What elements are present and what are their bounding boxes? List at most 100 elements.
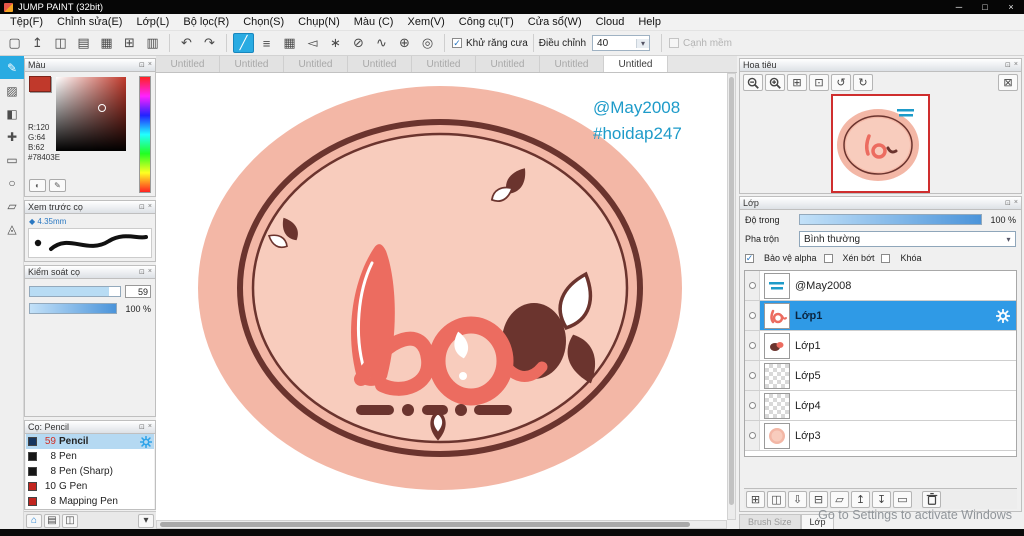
flatten-layer-icon[interactable]: ▭ [893,490,912,508]
close-icon[interactable]: × [998,2,1024,12]
brush-item-pencil[interactable]: 59 Pencil [26,434,154,449]
canvas[interactable]: @May2008 #hoidap247 [156,73,727,520]
reset-view-icon[interactable]: ⊠ [998,74,1018,91]
snap-circle-icon[interactable]: ◎ [417,33,438,53]
menu-help[interactable]: Help [631,16,668,28]
layer-row-lop1-selected[interactable]: Lớp1 [745,301,1016,331]
clipping-checkbox[interactable] [823,253,833,263]
undo-icon[interactable]: ↶ [176,33,197,53]
menu-lop[interactable]: Lớp(L) [129,16,176,28]
merge-layer-icon[interactable]: ⊟ [809,490,828,508]
document-tab-5[interactable]: Untitled [412,56,476,72]
gear-icon[interactable] [140,435,152,448]
snap-curve-icon[interactable]: ∿ [371,33,392,53]
more-dropdown-icon[interactable]: ▾ [138,513,154,528]
brush-control-header[interactable]: Kiểm soát cọ ⊡ × [25,266,155,279]
panel-float-icon[interactable]: ⊡ [1005,61,1011,69]
panel-float-icon[interactable]: ⊡ [1005,199,1011,207]
menu-cong-cu[interactable]: Công cụ(T) [452,16,521,28]
layer-visibility-toggle[interactable] [745,361,760,390]
panel-float-icon[interactable]: ⊡ [139,423,145,431]
brush-size-slider[interactable] [29,286,121,297]
saturation-value-picker[interactable] [56,77,126,151]
swap-colors-icon[interactable]: ◐ [29,179,46,192]
menu-cua-so[interactable]: Cửa sổ(W) [521,16,589,28]
menu-xem[interactable]: Xem(V) [400,16,451,28]
comment-icon[interactable]: ◫ [50,33,71,53]
fill-tool-icon[interactable]: ◧ [0,102,24,125]
soft-edge-checkbox[interactable] [669,38,680,48]
panel-float-icon[interactable]: ⊡ [139,203,145,211]
menu-chinh-sua[interactable]: Chỉnh sửa(E) [50,16,129,28]
lock-checkbox[interactable] [881,253,891,263]
actual-size-icon[interactable]: ⊡ [809,74,829,91]
layer-settings-gear-icon[interactable] [996,308,1010,323]
minimize-icon[interactable]: ─ [946,2,972,12]
new-file-icon[interactable]: ▢ [4,33,25,53]
redo-icon[interactable]: ↷ [199,33,220,53]
transfer-layer-icon[interactable]: ⇩ [788,490,807,508]
brush-item-pen[interactable]: 8 Pen [26,449,154,464]
navigator-header[interactable]: Hoa tiêu ⊡ × [740,59,1021,72]
menu-chup[interactable]: Chụp(N) [291,16,347,28]
protect-alpha-checkbox[interactable]: ✓ [745,253,754,263]
navigator-thumbnail[interactable] [831,93,930,193]
eraser-tool-icon[interactable]: ▨ [0,79,24,102]
brush-preview-header[interactable]: Xem trước cọ ⊡ × [25,201,155,214]
color-picker-cursor[interactable] [98,103,106,112]
page-icon[interactable]: ▤ [44,513,60,528]
zoom-out-icon[interactable] [743,74,763,91]
document-tab-1[interactable]: Untitled [156,56,220,72]
move-tool-icon[interactable]: ✚ [0,125,24,148]
document-tab-6[interactable]: Untitled [476,56,540,72]
panel-close-icon[interactable]: × [148,203,152,211]
document-tab-7[interactable]: Untitled [540,56,604,72]
grid-view-icon[interactable]: ▦ [96,33,117,53]
rotate-ccw-icon[interactable]: ↺ [831,74,851,91]
document-tab-3[interactable]: Untitled [284,56,348,72]
layer-visibility-toggle[interactable] [745,331,760,360]
brush-item-g-pen[interactable]: 10 G Pen [26,479,154,494]
delete-layer-icon[interactable] [922,490,941,508]
blend-mode-select[interactable]: Bình thường ▾ [799,231,1016,247]
snap-off-icon[interactable]: ⊘ [348,33,369,53]
vertical-scrollbar[interactable] [727,73,736,520]
panel-close-icon[interactable]: × [1014,61,1018,69]
gradient-tool-icon[interactable]: ▱ [0,194,24,217]
move-layer-down-icon[interactable]: ↧ [872,490,891,508]
panel-close-icon[interactable]: × [1014,199,1018,207]
menu-tep[interactable]: Tệp(F) [3,16,50,28]
layer-row-lop1[interactable]: Lớp1 [745,331,1016,361]
layer-row-lop4[interactable]: Lớp4 [745,391,1016,421]
hue-slider[interactable] [139,76,151,193]
adjust-combo[interactable]: 40 ▾ [592,35,651,51]
layer-panel-header[interactable]: Lớp ⊡ × [740,197,1021,210]
layer-visibility-toggle[interactable] [745,271,760,300]
export-icon[interactable]: ↥ [27,33,48,53]
panel-close-icon[interactable]: × [148,61,152,69]
layer-row-lop5[interactable]: Lớp5 [745,361,1016,391]
pages-icon[interactable]: ⊞ [119,33,140,53]
snap-cross-icon[interactable]: ⊕ [394,33,415,53]
layer-row-lop3[interactable]: Lớp3 [745,421,1016,451]
snap-vanishing-icon[interactable]: ◅ [302,33,323,53]
brush-list-header[interactable]: Cọ: Pencil ⊡ × [25,421,155,434]
layer-visibility-toggle[interactable] [745,301,760,330]
document-tab-2[interactable]: Untitled [220,56,284,72]
new-layer-icon[interactable]: ⊞ [746,490,765,508]
brush-size-value[interactable]: 59 [125,285,151,298]
document-tab-4[interactable]: Untitled [348,56,412,72]
brush-item-pen-sharp[interactable]: 8 Pen (Sharp) [26,464,154,479]
layer-visibility-toggle[interactable] [745,421,760,450]
snap-parallel-icon[interactable]: ≡ [256,33,277,53]
chevron-down-icon[interactable]: ▾ [636,38,650,48]
rotate-cw-icon[interactable]: ↻ [853,74,873,91]
home-icon[interactable]: ⌂ [26,513,42,528]
fit-view-icon[interactable]: ⊞ [787,74,807,91]
v-scroll-thumb[interactable] [729,77,734,505]
snap-grid-icon[interactable]: ▦ [279,33,300,53]
layer-visibility-toggle[interactable] [745,391,760,420]
brush-item-mapping-pen[interactable]: 8 Mapping Pen [26,494,154,509]
layer-folder-icon[interactable]: ▱ [830,490,849,508]
foreground-color-swatch[interactable] [29,76,51,92]
